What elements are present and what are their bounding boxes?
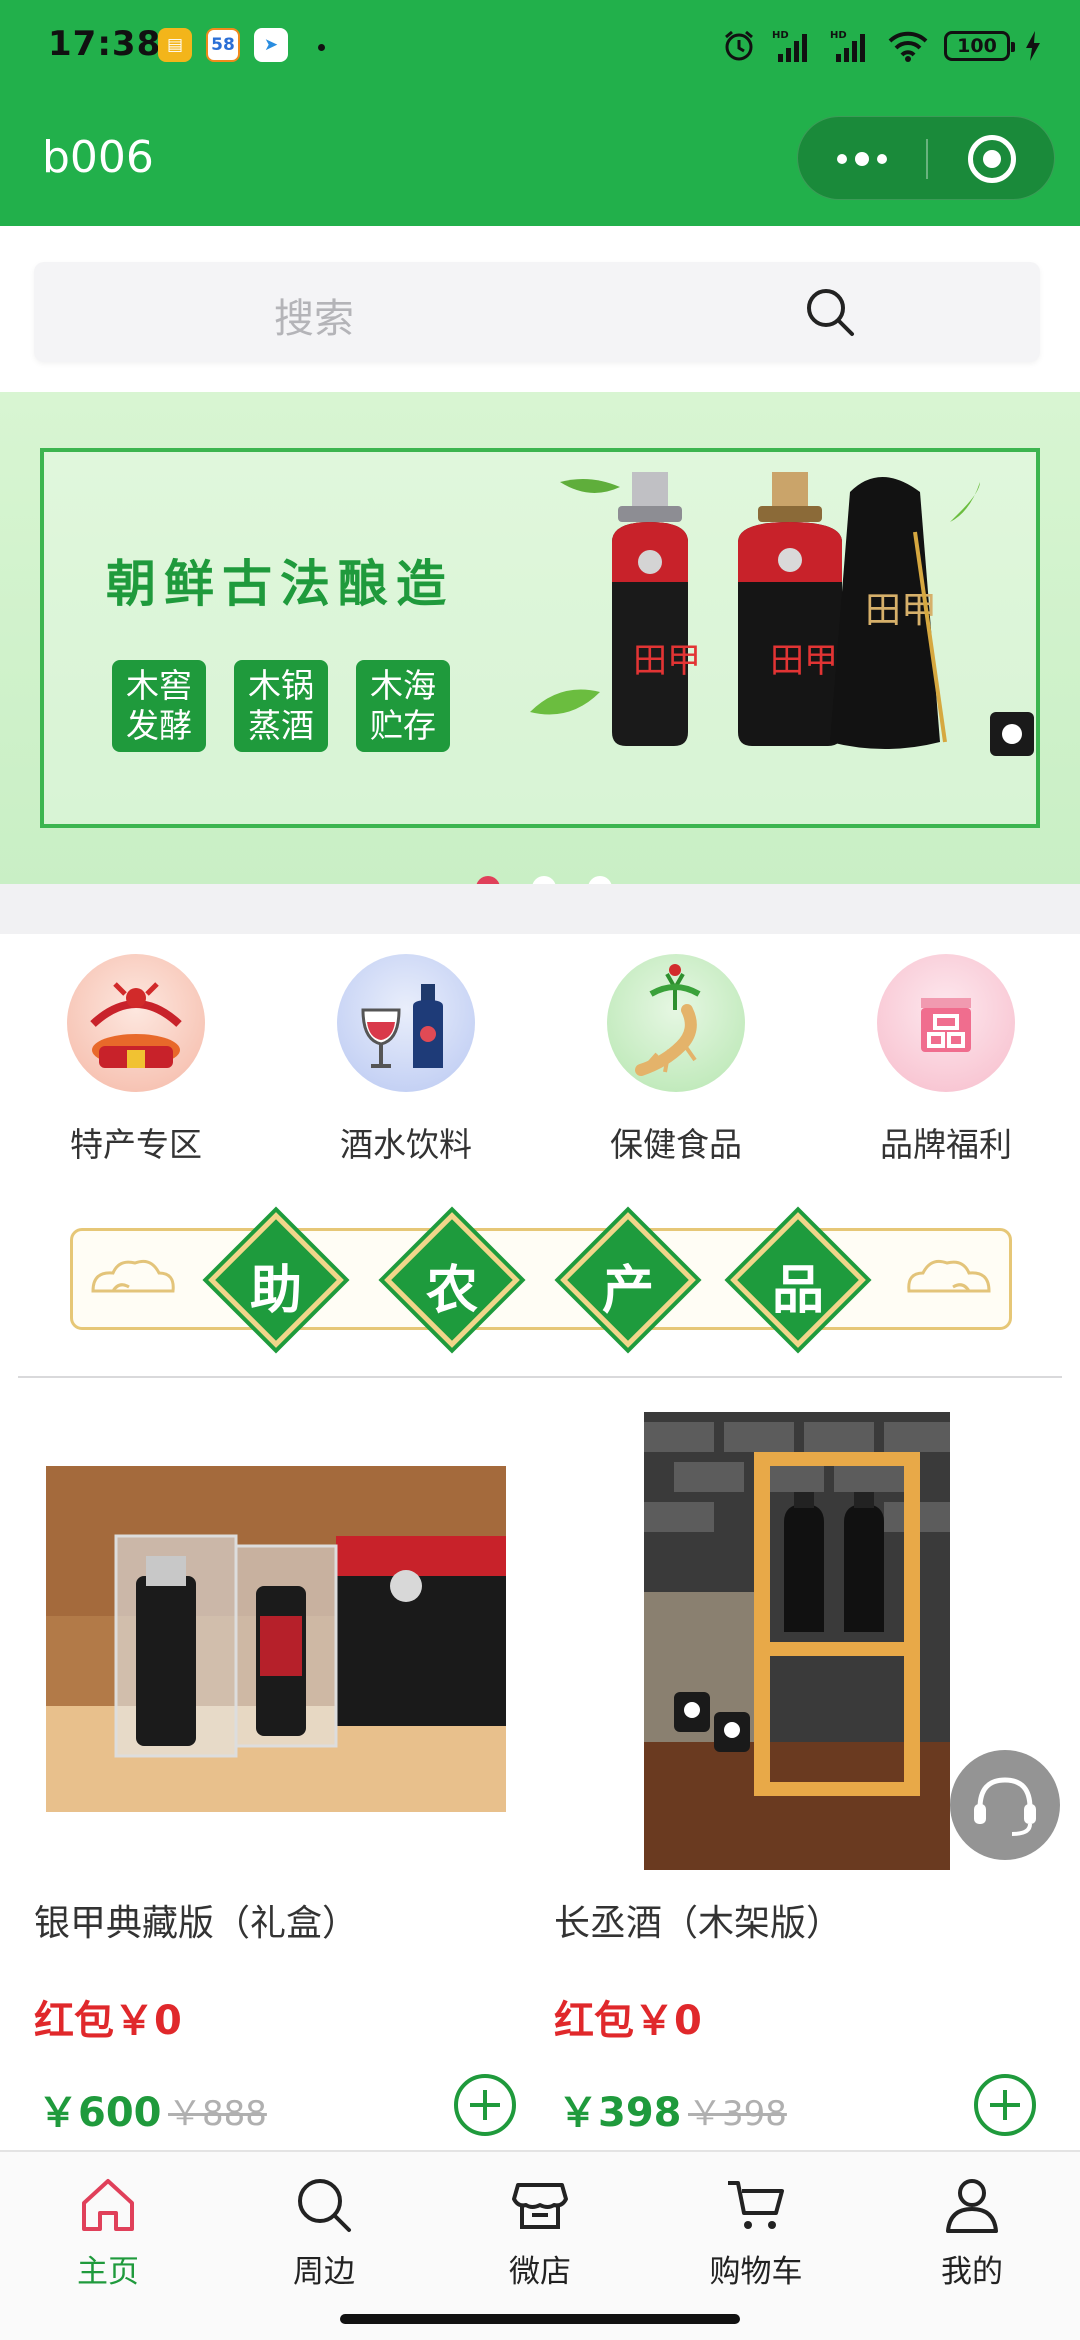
brand-box-icon (877, 954, 1015, 1092)
banner-carousel[interactable]: 朝鲜古法酿造 木窖 发酵 木锅 蒸酒 木海 贮存 田甲 田甲 田甲 (0, 392, 1080, 900)
farm-diamond: 助 (206, 1210, 346, 1350)
banner-tag: 木海 贮存 (356, 660, 450, 752)
tag-line: 木锅 (248, 666, 314, 705)
red-packet-label: 红包￥0 (554, 1998, 702, 2044)
product-original-price: ￥888 (168, 2094, 267, 2134)
category-label: 酒水饮料 (340, 1125, 472, 1164)
gift-basket-icon (67, 954, 205, 1092)
alarm-icon (725, 30, 753, 61)
mini-program-capsule (797, 116, 1055, 200)
battery-icon: 100 (944, 31, 1015, 61)
farm-char: 品 (771, 1261, 824, 1321)
product-image[interactable] (644, 1412, 950, 1870)
category-item[interactable]: 品牌福利 (846, 954, 1046, 1166)
bottle-label: 田甲 (770, 641, 838, 681)
shop-icon (512, 2183, 568, 2229)
product-price: ￥600 (38, 2090, 162, 2136)
section-gap (0, 884, 1080, 934)
close-mini-program-button[interactable] (968, 135, 1016, 183)
more-dot (855, 152, 869, 166)
banner-headline: 朝鲜古法酿造 (106, 555, 454, 613)
headset-icon (974, 1777, 1036, 1836)
farm-diamond: 农 (382, 1210, 522, 1350)
more-dot (837, 154, 847, 164)
home-indicator[interactable] (340, 2314, 740, 2324)
signal-hd-icon: HD (772, 30, 807, 62)
tab-nearby[interactable]: 周边 (216, 2170, 432, 2291)
search-icon (298, 2179, 351, 2232)
page-title: b006 (42, 132, 154, 183)
tab-label: 微店 (509, 2254, 571, 2290)
tab-profile[interactable]: 我的 (864, 2170, 1080, 2291)
farm-char: 产 (601, 1261, 654, 1321)
category-item[interactable]: 酒水饮料 (306, 954, 506, 1166)
product-original-price: ￥398 (688, 2094, 787, 2134)
search-placeholder: 搜索 (274, 296, 354, 342)
product-image[interactable] (46, 1466, 506, 1812)
tag-line: 木窖 (126, 666, 192, 705)
cloud-ornament-icon (907, 1259, 991, 1293)
farm-diamond: 产 (558, 1210, 698, 1350)
58-app-icon: 58 (206, 28, 240, 62)
tag-line: 木海 (370, 666, 436, 705)
red-packet-label: 红包￥0 (34, 1998, 182, 2044)
bottle-label: 田甲 (633, 641, 701, 681)
signal-hd-icon: HD (830, 30, 865, 62)
status-bar: 17:38 ▤ 58 ➤ HD HD 100 (0, 0, 1080, 96)
search-section: 搜索 (0, 226, 1080, 392)
ginseng-icon (607, 954, 745, 1092)
product-price: ￥398 (558, 2090, 682, 2136)
svg-text:HD: HD (772, 30, 789, 41)
tab-home[interactable]: 主页 (0, 2170, 216, 2291)
search-input[interactable]: 搜索 (34, 262, 1040, 362)
product-name[interactable]: 银甲典藏版（礼盒） (34, 1894, 358, 1946)
status-time: 17:38 (48, 24, 162, 64)
banner-tag: 木锅 蒸酒 (234, 660, 328, 752)
category-grid: 特产专区 酒水饮料 保健食品 品牌福利 (0, 934, 1080, 1184)
banner-tags: 木窖 发酵 木锅 蒸酒 木海 贮存 (112, 660, 450, 752)
add-to-cart-button[interactable] (974, 2074, 1036, 2136)
status-icons: HD HD 100 (722, 24, 1042, 68)
customer-service-button[interactable] (950, 1750, 1060, 1860)
charging-icon (1026, 31, 1040, 61)
tab-label: 周边 (293, 2254, 355, 2290)
tab-label: 主页 (77, 2254, 139, 2290)
product-name[interactable]: 长丞酒（木架版） (554, 1894, 842, 1946)
tag-line: 发酵 (126, 706, 192, 745)
farm-char: 农 (425, 1261, 478, 1321)
banner-bottles-image: 田甲 田甲 田甲 (530, 472, 1034, 756)
category-label: 特产专区 (70, 1125, 202, 1164)
section-divider (18, 1376, 1062, 1378)
nav-bar: b006 (0, 96, 1080, 226)
farm-char: 助 (249, 1261, 302, 1321)
category-label: 保健食品 (610, 1125, 742, 1164)
user-icon (946, 2179, 998, 2233)
add-to-cart-button[interactable] (454, 2074, 516, 2136)
notes-app-icon: ▤ (158, 28, 192, 62)
cloud-ornament-icon (91, 1259, 175, 1293)
wifi-icon (888, 31, 928, 62)
svg-text:HD: HD (830, 30, 847, 41)
category-label: 品牌福利 (880, 1125, 1012, 1164)
farm-diamond: 品 (728, 1210, 868, 1350)
bottom-tab-bar: 主页 周边 微店 购物车 我的 (0, 2150, 1080, 2340)
category-item[interactable]: 特产专区 (36, 954, 236, 1166)
tab-shop[interactable]: 微店 (432, 2170, 648, 2291)
tab-cart[interactable]: 购物车 (648, 2170, 864, 2291)
telegram-icon: ➤ (254, 28, 288, 62)
wine-bottle-icon (337, 954, 475, 1092)
tag-line: 蒸酒 (248, 706, 314, 745)
capsule-divider (926, 139, 928, 179)
category-item[interactable]: 保健食品 (576, 954, 776, 1166)
search-icon[interactable] (802, 284, 858, 340)
more-menu-button[interactable] (798, 117, 926, 201)
banner-tag: 木窖 发酵 (112, 660, 206, 752)
tab-label: 购物车 (709, 2254, 803, 2290)
home-icon (82, 2179, 134, 2231)
more-notifications-dot (318, 44, 325, 51)
tag-line: 贮存 (370, 706, 436, 745)
tab-label: 我的 (941, 2254, 1003, 2290)
cart-icon (728, 2181, 784, 2229)
more-dot (877, 154, 887, 164)
